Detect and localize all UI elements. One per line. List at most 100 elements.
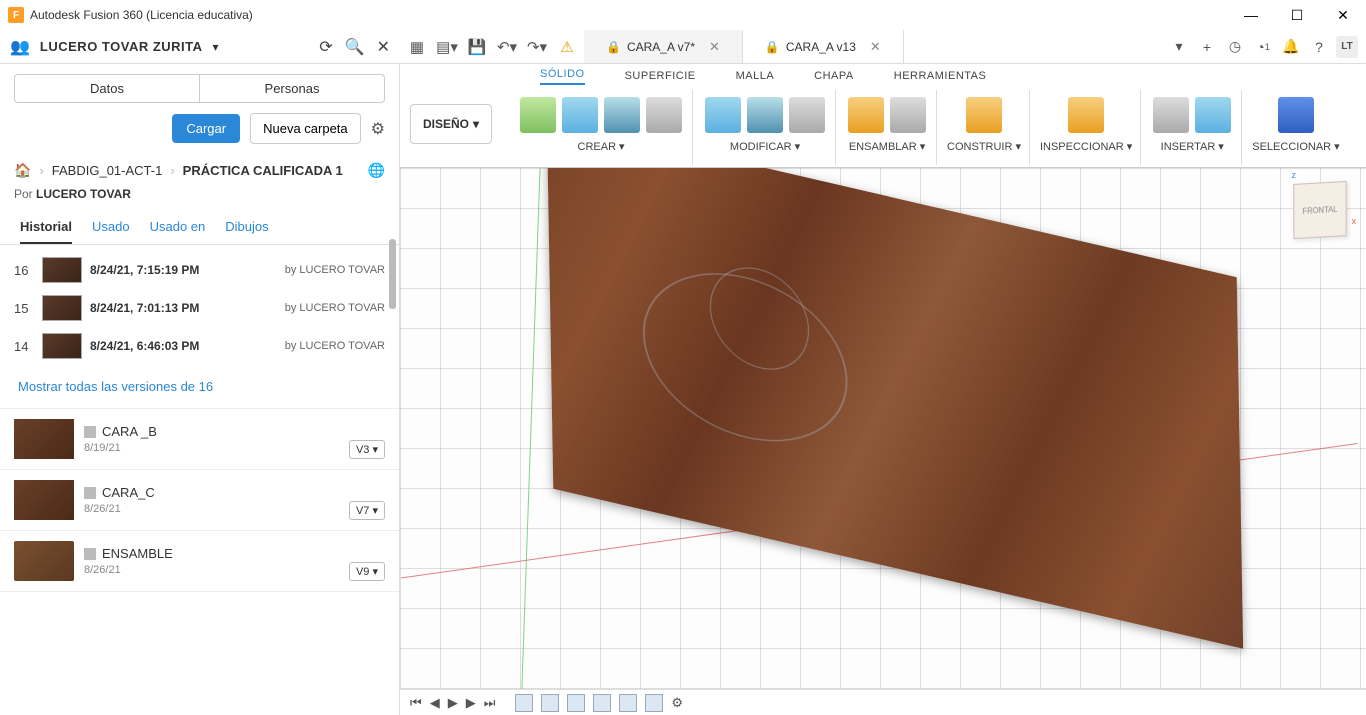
close-panel-icon[interactable]: ✕ [377, 37, 390, 57]
redo-icon[interactable]: ↷▾ [528, 38, 546, 56]
group-seleccionar[interactable]: SELECCIONAR ▾ [1252, 140, 1339, 153]
tab-usado[interactable]: Usado [92, 211, 130, 244]
file-tab-label: CARA_A v7* [627, 40, 695, 54]
tab-dibujos[interactable]: Dibujos [225, 211, 268, 244]
add-tab-icon[interactable]: + [1196, 36, 1218, 58]
version-row[interactable]: 16 8/24/21, 7:15:19 PM by LUCERO TOVAR [0, 251, 399, 289]
tl-play-icon[interactable]: ▶ [448, 695, 458, 711]
press-icon[interactable] [705, 97, 741, 133]
version-badge[interactable]: V7 ▾ [349, 501, 385, 520]
workspace-picker[interactable]: DISEÑO▾ [410, 104, 492, 144]
inspect-icon[interactable] [1068, 97, 1104, 133]
cube-icon [84, 548, 96, 560]
gear-icon[interactable]: ⚙ [671, 695, 683, 711]
ribbon-tab-solido[interactable]: SÓLIDO [540, 68, 585, 85]
version-badge[interactable]: V3 ▾ [349, 440, 385, 459]
group-construir[interactable]: CONSTRUIR ▾ [947, 140, 1021, 153]
cargar-button[interactable]: Cargar [172, 114, 240, 143]
group-inspeccionar[interactable]: INSPECCIONAR ▾ [1040, 140, 1132, 153]
tl-feature[interactable] [619, 694, 637, 712]
hole-icon[interactable] [646, 97, 682, 133]
window-title: Autodesk Fusion 360 (Licencia educativa) [30, 8, 253, 22]
warning-icon[interactable]: ⚠ [558, 38, 576, 56]
search-icon[interactable]: 🔍 [345, 37, 365, 57]
ribbon-tab-chapa[interactable]: CHAPA [814, 70, 854, 82]
file-row[interactable]: CARA_C8/26/21 V7 ▾ [0, 470, 399, 531]
lock-icon: 🔒 [606, 40, 621, 54]
decal-icon[interactable] [1195, 97, 1231, 133]
tl-end-icon[interactable]: ⏭ [484, 695, 496, 711]
data-panel: Datos Personas Cargar Nueva carpeta ⚙ 🏠 … [0, 64, 400, 715]
close-tab-icon[interactable]: ✕ [870, 39, 881, 55]
breadcrumb-current: PRÁCTICA CALIFICADA 1 [183, 163, 343, 178]
notifications-icon[interactable]: 🔔 [1280, 36, 1302, 58]
user-name[interactable]: LUCERO TOVAR ZURITA [40, 39, 203, 54]
select-icon[interactable] [1278, 97, 1314, 133]
tl-back-icon[interactable]: ◀ [430, 695, 440, 711]
file-icon[interactable]: ▤▾ [438, 38, 456, 56]
insert-icon[interactable] [1153, 97, 1189, 133]
close-tab-icon[interactable]: ✕ [709, 39, 720, 55]
group-insertar[interactable]: INSERTAR ▾ [1161, 140, 1224, 153]
ribbon-tab-malla[interactable]: MALLA [736, 70, 775, 82]
group-crear[interactable]: CREAR ▾ [578, 140, 625, 153]
shell-icon[interactable] [789, 97, 825, 133]
group-ensamblar[interactable]: ENSAMBLAR ▾ [849, 140, 925, 153]
tl-feature[interactable] [645, 694, 663, 712]
tl-feature[interactable] [541, 694, 559, 712]
tl-feature[interactable] [593, 694, 611, 712]
team-icon[interactable]: 👥 [10, 37, 30, 57]
tl-start-icon[interactable]: ⏮ [410, 695, 422, 711]
tab-usado-en[interactable]: Usado en [150, 211, 206, 244]
refresh-icon[interactable]: ⟳ [319, 37, 332, 57]
scrollbar-thumb[interactable] [389, 239, 396, 309]
cube-icon [84, 487, 96, 499]
chevron-down-icon[interactable]: ▾ [213, 40, 219, 54]
model-board[interactable] [547, 168, 1243, 649]
construct-icon[interactable] [966, 97, 1002, 133]
breadcrumb-item[interactable]: FABDIG_01-ACT-1 [52, 163, 163, 178]
version-row[interactable]: 14 8/24/21, 6:46:03 PM by LUCERO TOVAR [0, 327, 399, 365]
joint-icon[interactable] [890, 97, 926, 133]
extensions-icon[interactable]: ◷ [1224, 36, 1246, 58]
tl-feature[interactable] [567, 694, 585, 712]
timeline: ⏮ ◀ ▶ ▶ ⏭ ⚙ [400, 689, 1366, 715]
job-status-icon[interactable]: ◔1 [1252, 36, 1274, 58]
tab-datos[interactable]: Datos [14, 74, 199, 103]
close-button[interactable]: ✕ [1320, 0, 1366, 30]
version-thumb [42, 257, 82, 283]
tab-historial[interactable]: Historial [20, 211, 72, 244]
ribbon-tab-herramientas[interactable]: HERRAMIENTAS [894, 70, 987, 82]
tl-feature[interactable] [515, 694, 533, 712]
version-badge[interactable]: V9 ▾ [349, 562, 385, 581]
file-row[interactable]: CARA _B8/19/21 V3 ▾ [0, 409, 399, 470]
maximize-button[interactable]: ☐ [1274, 0, 1320, 30]
assemble-icon[interactable] [848, 97, 884, 133]
user-avatar[interactable]: LT [1336, 36, 1358, 58]
file-row[interactable]: ENSAMBLE8/26/21 V9 ▾ [0, 531, 399, 592]
tab-list-icon[interactable]: ▾ [1168, 36, 1190, 58]
nueva-carpeta-button[interactable]: Nueva carpeta [250, 113, 361, 144]
tab-personas[interactable]: Personas [199, 74, 385, 103]
file-tab-1[interactable]: 🔒 CARA_A v7* ✕ [584, 30, 743, 63]
viewcube[interactable]: FRONTAL [1293, 181, 1346, 239]
help-icon[interactable]: ? [1308, 36, 1330, 58]
version-row[interactable]: 15 8/24/21, 7:01:13 PM by LUCERO TOVAR [0, 289, 399, 327]
globe-icon[interactable]: 🌐 [368, 162, 385, 179]
save-icon[interactable]: 💾 [468, 38, 486, 56]
canvas-3d[interactable]: zx FRONTAL [400, 168, 1366, 715]
sketch-icon[interactable] [520, 97, 556, 133]
home-icon[interactable]: 🏠 [14, 162, 31, 179]
grid-icon[interactable]: ▦ [408, 38, 426, 56]
minimize-button[interactable]: — [1228, 0, 1274, 30]
revolve-icon[interactable] [604, 97, 640, 133]
gear-icon[interactable]: ⚙ [371, 119, 385, 139]
fillet-icon[interactable] [747, 97, 783, 133]
tl-fwd-icon[interactable]: ▶ [466, 695, 476, 711]
file-tab-2[interactable]: 🔒 CARA_A v13 ✕ [743, 30, 904, 63]
show-all-versions-link[interactable]: Mostrar todas las versiones de 16 [0, 371, 399, 408]
ribbon-tab-superficie[interactable]: SUPERFICIE [625, 70, 696, 82]
group-modificar[interactable]: MODIFICAR ▾ [730, 140, 800, 153]
undo-icon[interactable]: ↶▾ [498, 38, 516, 56]
extrude-icon[interactable] [562, 97, 598, 133]
